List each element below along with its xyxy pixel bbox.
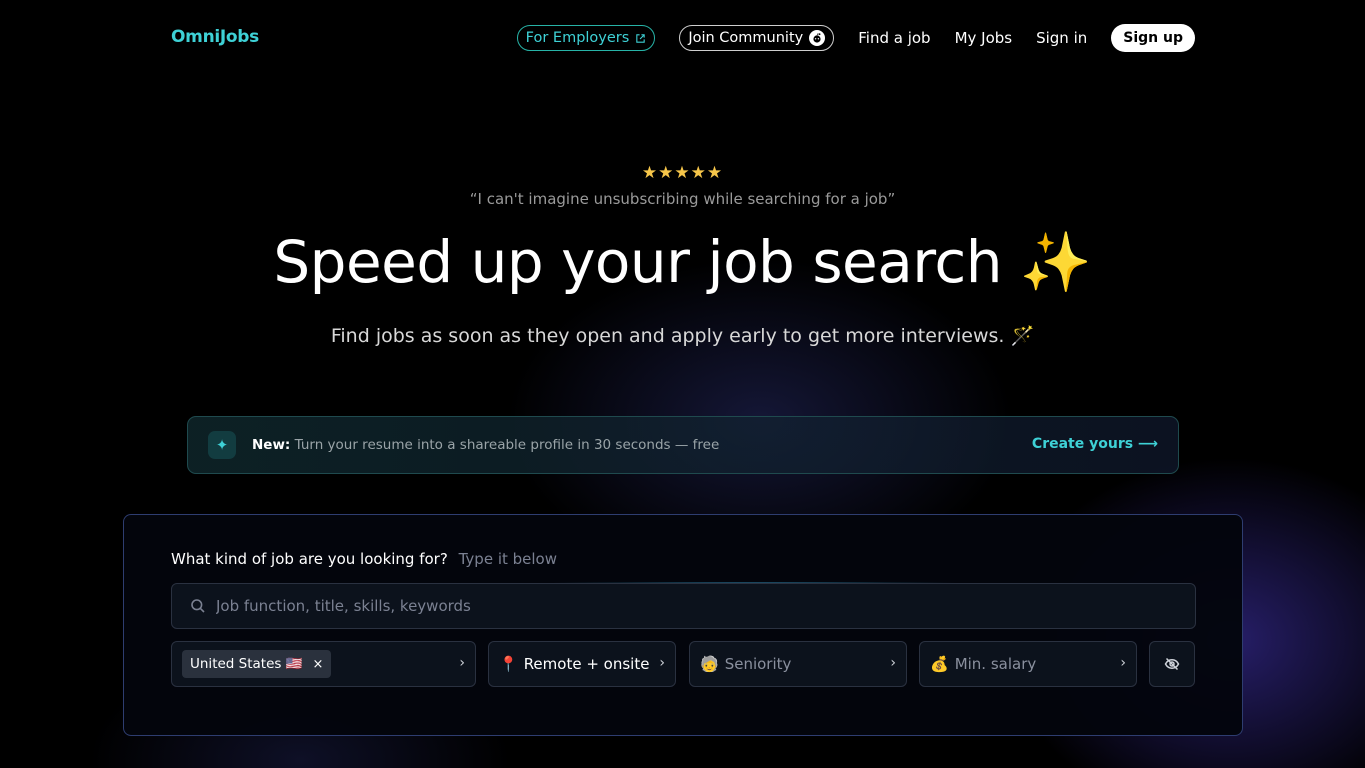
page-title: Speed up your job search ✨: [273, 228, 1092, 296]
top-nav: OmniJobs For Employers Join Community Fi…: [0, 0, 1365, 76]
for-employers-label: For Employers: [525, 30, 630, 46]
chevron-right-icon: ›: [890, 655, 896, 671]
banner-badge: New:: [252, 437, 291, 453]
salary-filter-text: Min. salary: [954, 655, 1037, 673]
reddit-icon: [809, 30, 826, 46]
new-feature-banner[interactable]: ✦ New: Turn your resume into a shareable…: [187, 416, 1179, 474]
my-jobs-link[interactable]: My Jobs: [955, 29, 1013, 47]
chevron-right-icon: ›: [659, 655, 665, 671]
salary-filter[interactable]: 💰 Min. salary ›: [919, 641, 1137, 687]
seniority-filter-label: 🧓 Seniority: [700, 655, 791, 673]
sign-in-link[interactable]: Sign in: [1036, 29, 1087, 47]
find-job-link[interactable]: Find a job: [858, 29, 930, 47]
pin-icon: 📍: [499, 655, 518, 673]
search-question-label: What kind of job are you looking for?: [171, 550, 448, 568]
seniority-filter[interactable]: 🧓 Seniority ›: [689, 641, 907, 687]
salary-filter-label: 💰 Min. salary: [930, 655, 1036, 673]
search-input[interactable]: [216, 586, 1195, 626]
sparkle-icon: ✦: [208, 431, 236, 459]
rating-stars: ★★★★★: [641, 163, 724, 183]
search-hint: Type it below: [458, 550, 557, 568]
page-subtitle: Find jobs as soon as they open and apply…: [330, 325, 1035, 347]
banner-message: Turn your resume into a shareable profil…: [294, 437, 720, 453]
remote-filter-label: 📍 Remote + onsite: [499, 655, 649, 673]
create-profile-link[interactable]: Create yours ⟶: [1032, 436, 1158, 452]
search-icon: [191, 599, 205, 613]
person-icon: 🧓: [700, 655, 719, 673]
seniority-filter-text: Seniority: [724, 655, 792, 673]
sign-up-button[interactable]: Sign up: [1111, 24, 1195, 52]
remote-filter[interactable]: 📍 Remote + onsite ›: [488, 641, 676, 687]
country-chip-label: United States 🇺🇸: [190, 656, 303, 672]
for-employers-button[interactable]: For Employers: [516, 25, 656, 51]
country-chip[interactable]: United States 🇺🇸 ×: [182, 650, 332, 678]
external-link-icon: [636, 33, 646, 43]
nav-links: For Employers Join Community Find a job …: [516, 24, 1195, 52]
banner-text: New: Turn your resume into a shareable p…: [252, 437, 719, 453]
remove-country-icon[interactable]: ×: [313, 657, 324, 672]
eye-off-icon: [1164, 657, 1180, 671]
search-question: What kind of job are you looking for? Ty…: [171, 550, 557, 568]
logo[interactable]: OmniJobs: [171, 27, 259, 47]
money-bag-icon: 💰: [930, 655, 949, 673]
join-community-button[interactable]: Join Community: [679, 25, 835, 51]
remote-filter-text: Remote + onsite: [523, 655, 650, 673]
search-box[interactable]: [171, 583, 1196, 629]
chevron-right-icon: ›: [459, 655, 465, 671]
country-filter[interactable]: United States 🇺🇸 × ›: [171, 641, 476, 687]
job-search-panel: What kind of job are you looking for? Ty…: [123, 514, 1243, 736]
join-community-label: Join Community: [688, 30, 804, 46]
hide-filter-button[interactable]: [1149, 641, 1195, 687]
testimonial-quote: “I can't imagine unsubscribing while sea…: [469, 190, 896, 208]
chevron-right-icon: ›: [1120, 655, 1126, 671]
